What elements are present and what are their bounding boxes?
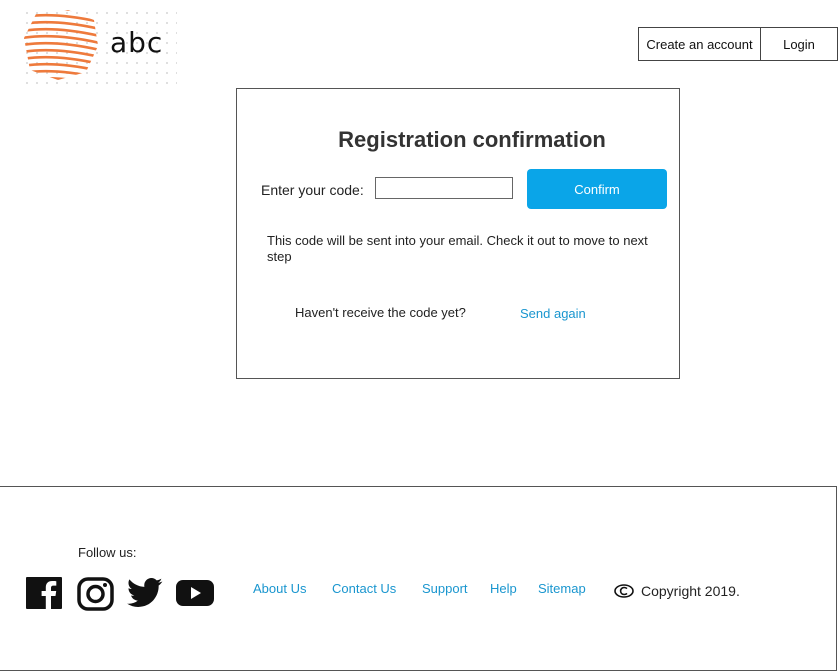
resend-question: Haven't receive the code yet? — [295, 305, 466, 320]
facebook-icon[interactable] — [26, 577, 62, 614]
brand-name: abc — [110, 26, 164, 59]
support-link[interactable]: Support — [422, 581, 468, 596]
copyright: Copyright 2019. — [614, 583, 740, 599]
copyright-icon — [614, 584, 634, 598]
registration-confirmation-card: Registration confirmation Enter your cod… — [236, 88, 680, 379]
login-button[interactable]: Login — [761, 27, 838, 61]
send-again-link[interactable]: Send again — [520, 306, 586, 321]
follow-us-label: Follow us: — [78, 545, 137, 560]
code-label: Enter your code: — [261, 182, 364, 198]
twitter-icon[interactable] — [127, 577, 163, 614]
youtube-icon[interactable] — [176, 577, 214, 614]
copyright-text: Copyright 2019. — [641, 583, 740, 599]
about-us-link[interactable]: About Us — [253, 581, 306, 596]
top-nav: Create an account Login — [638, 27, 838, 61]
help-link[interactable]: Help — [490, 581, 517, 596]
brand-logo[interactable]: abc — [22, 8, 177, 84]
footer: Follow us: About Us Contact Us Support H… — [0, 486, 837, 671]
code-info-text: This code will be sent into your email. … — [267, 233, 648, 264]
sitemap-link[interactable]: Sitemap — [538, 581, 586, 596]
striped-hexagon-logo-icon — [24, 10, 98, 80]
code-input[interactable] — [375, 177, 513, 199]
contact-us-link[interactable]: Contact Us — [332, 581, 396, 596]
card-title: Registration confirmation — [338, 127, 606, 152]
confirm-button[interactable]: Confirm — [527, 169, 667, 209]
instagram-icon[interactable] — [77, 577, 114, 616]
create-account-button[interactable]: Create an account — [638, 27, 761, 61]
